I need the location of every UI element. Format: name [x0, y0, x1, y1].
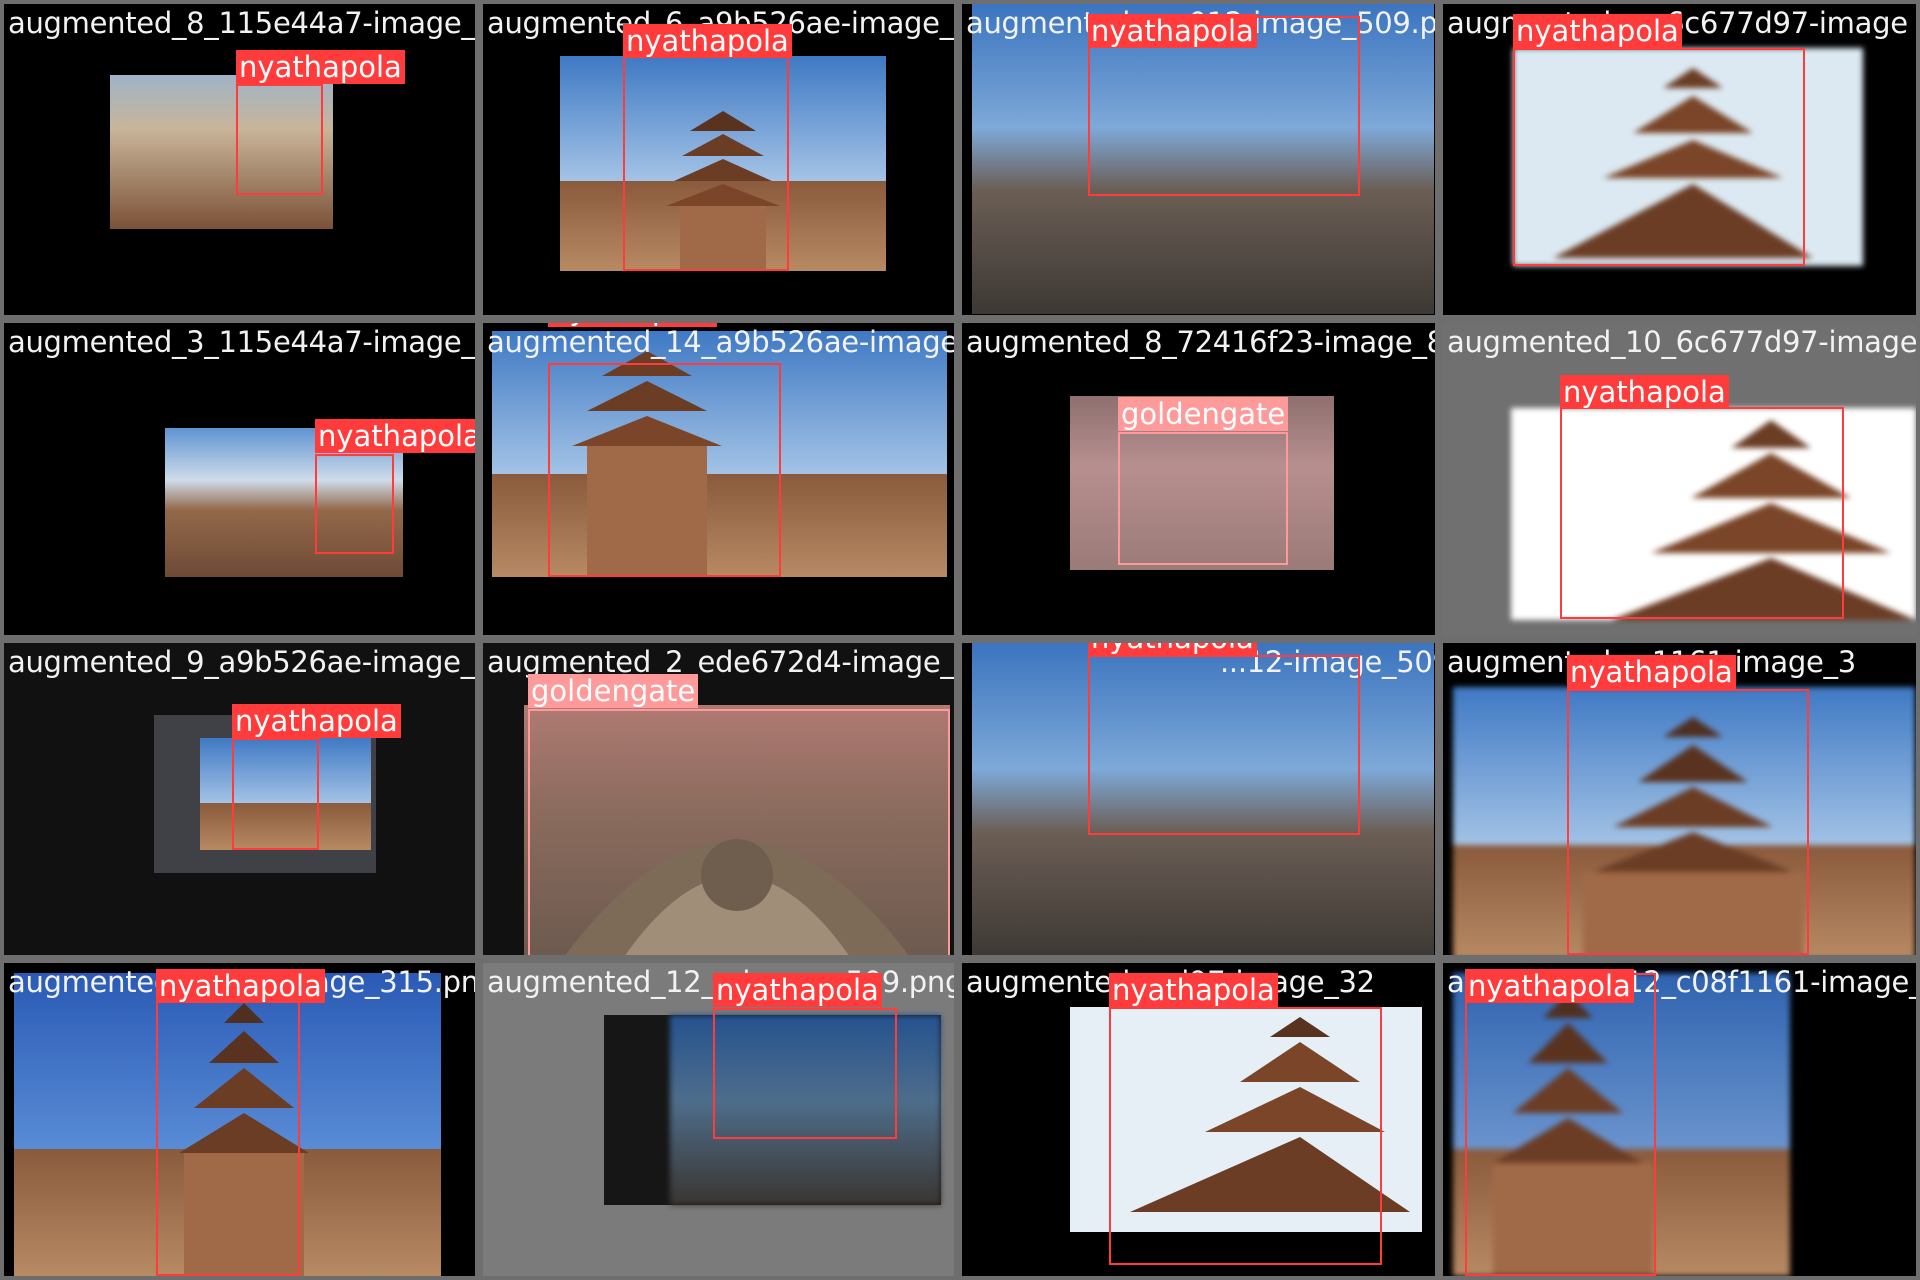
class-label: nyathapola	[156, 969, 325, 1003]
class-label: nyathapola	[1567, 655, 1736, 689]
class-label: nyathapola	[1465, 969, 1634, 1003]
class-label: nyathapola	[1088, 14, 1257, 48]
tile: nyathapola ...12-image_509.png	[958, 639, 1439, 959]
bounding-box	[1465, 973, 1656, 1276]
class-label: nyathapola	[232, 704, 401, 738]
bounding-box	[315, 454, 394, 554]
tile: nyathapola augmented_6_a9b526ae-image_31…	[479, 0, 958, 319]
file-name: augmented_8_115e44a7-image_29.png	[8, 6, 476, 40]
bounding-box	[528, 709, 950, 955]
class-label: nyathapola	[236, 50, 405, 84]
class-label: nyathapola	[1560, 375, 1729, 409]
bounding-box	[713, 1008, 897, 1139]
tile: nyathapola augmented_12_...image_509.png	[479, 959, 958, 1280]
tile: goldengate augmented_8_72416f23-image_89…	[958, 319, 1439, 639]
tile: nyathapola augmented_12_c08f1161-image_	[1439, 959, 1920, 1280]
tile: nyathapola augmented_...1161-image_3	[1439, 639, 1920, 959]
class-label: nyathapola	[548, 323, 717, 327]
bounding-box	[548, 363, 781, 577]
class-label: nyathapola	[1513, 14, 1682, 48]
class-label: nyathapola	[623, 24, 792, 58]
bounding-box	[156, 973, 300, 1276]
bounding-box	[1560, 407, 1844, 619]
tile: nyathapola augmented_14_a9b526ae-image_3…	[479, 319, 958, 639]
tile: nyathapola augmented_..._6c677d97-image	[1439, 0, 1920, 319]
tile: nyathapola augmented_...6ae-image_315.pn…	[0, 959, 479, 1280]
bounding-box	[1118, 432, 1288, 565]
file-name: augmented_9_a9b526ae-image_315.png	[8, 645, 475, 679]
bounding-box	[236, 84, 323, 195]
tile: nyathapola augmented_10_6c677d97-image_	[1439, 319, 1920, 639]
file-name: augmented_14_a9b526ae-image_315.png	[487, 325, 958, 359]
tile: goldengate augmented_2_ede672d4-image_23…	[479, 639, 958, 959]
file-name: augmented_10_6c677d97-image_	[1447, 325, 1920, 359]
class-label: nyathapola	[1109, 973, 1278, 1007]
file-name: augmented_8_72416f23-image_89.png	[966, 325, 1439, 359]
class-label: nyathapola	[1088, 643, 1257, 655]
class-label: goldengate	[528, 674, 699, 708]
tile: nyathapola augmented_9_a9b526ae-image_31…	[0, 639, 479, 959]
file-name: augmented_3_115e44a7-image_29.png	[8, 325, 476, 359]
bounding-box	[1109, 1007, 1382, 1265]
bounding-box	[1567, 689, 1809, 955]
tile: nyathapola augmented_...d97-image_32	[958, 959, 1439, 1280]
tile: nyathapola augmented_8_115e44a7-image_29…	[0, 0, 479, 319]
bounding-box	[1513, 48, 1805, 266]
bounding-box	[232, 738, 319, 850]
class-label: nyathapola	[315, 419, 475, 453]
augmentation-grid: nyathapola augmented_8_115e44a7-image_29…	[0, 0, 1920, 1280]
tile: nyathapola augmented_...e012-image_509.p…	[958, 0, 1439, 319]
tile: nyathapola augmented_3_115e44a7-image_29…	[0, 319, 479, 639]
bounding-box	[1088, 655, 1360, 835]
class-label: nyathapola	[713, 973, 882, 1007]
bounding-box	[623, 56, 789, 271]
class-label: goldengate	[1118, 397, 1289, 431]
